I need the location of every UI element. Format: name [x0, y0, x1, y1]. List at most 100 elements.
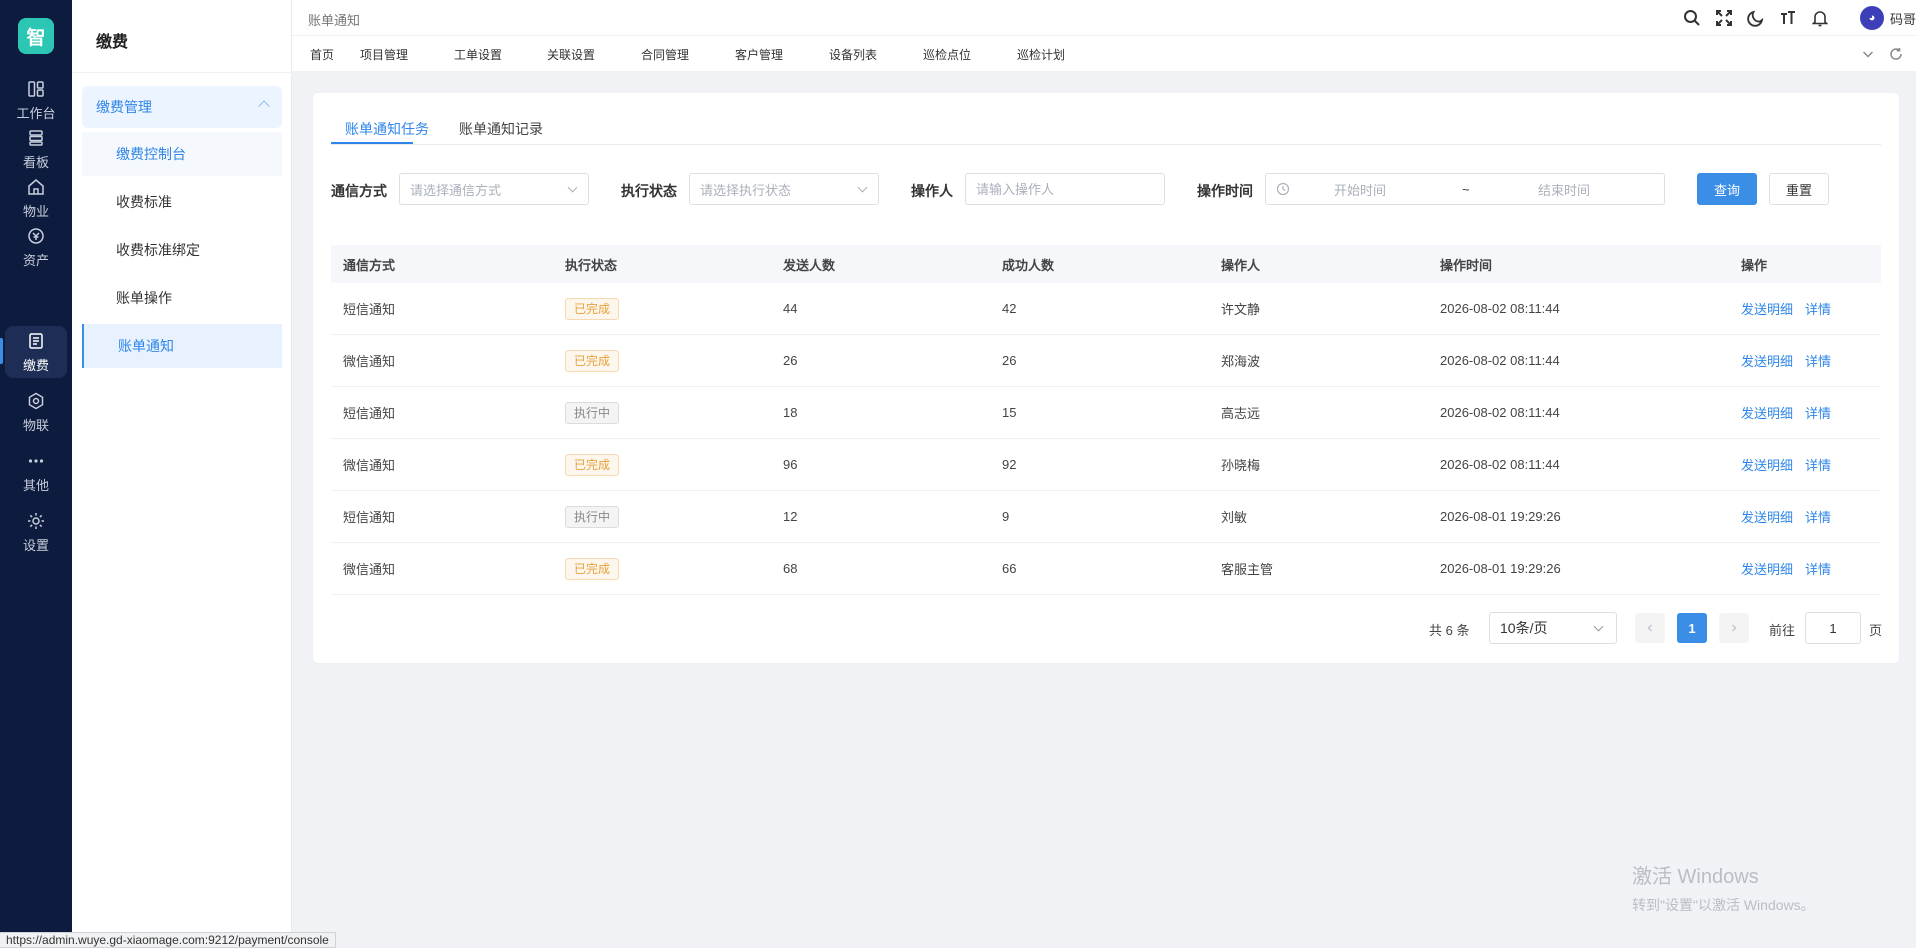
fullscreen-icon[interactable] — [1714, 8, 1734, 28]
submenu-group-payment-management[interactable]: 缴费管理 — [82, 86, 282, 128]
detail-link[interactable]: 详情 — [1805, 562, 1831, 577]
left-rail: 智 工作台 看板 物业 资产 缴费 物联 其他 设置 — [0, 0, 72, 948]
detail-link[interactable]: 详情 — [1805, 406, 1831, 421]
submenu-item-bill-operation[interactable]: 账单操作 — [82, 276, 282, 320]
nav-tab-home[interactable]: 首页 — [310, 46, 334, 63]
sent-count-cell: 96 — [783, 457, 798, 472]
status-cell: 已完成 — [553, 349, 771, 372]
rail-item-workbench[interactable]: 工作台 — [0, 72, 72, 128]
chevron-down-icon — [567, 182, 578, 193]
status-badge: 已完成 — [565, 349, 620, 372]
send-detail-link[interactable]: 发送明细 — [1741, 458, 1793, 473]
time-cell: 2026-08-02 08:11:44 — [1440, 405, 1560, 420]
page-number-current[interactable]: 1 — [1677, 613, 1707, 643]
top-bar: 账单通知 ◕ 码哥 — [292, 0, 1916, 36]
table-row: 短信通知 执行中 12 9 刘敏 2026-08-01 19:29:26 发送明细 详情 — [331, 491, 1881, 543]
status-select[interactable]: 请选择执行状态 — [689, 173, 879, 205]
submenu-item-charge-standard[interactable]: 收费标准 — [82, 180, 282, 224]
windows-activation-watermark: 激活 Windows 转到"设置"以激活 Windows。 — [1632, 860, 1815, 915]
rail-item-board[interactable]: 看板 — [0, 121, 72, 177]
success-count-cell: 15 — [1002, 405, 1017, 420]
nav-tab-project[interactable]: 项目管理 — [360, 46, 408, 63]
operator-input[interactable] — [965, 173, 1165, 205]
notice-task-table: 通信方式 执行状态 发送人数 成功人数 操作人 操作时间 操作 短信通知 已完成 4… — [331, 245, 1881, 595]
send-detail-link[interactable]: 发送明细 — [1741, 354, 1793, 369]
submenu-item-bill-notice[interactable]: 账单通知 — [82, 324, 282, 368]
rail-label: 缴费 — [22, 357, 49, 373]
detail-link[interactable]: 详情 — [1805, 354, 1831, 369]
detail-link[interactable]: 详情 — [1805, 458, 1831, 473]
chevron-down-icon[interactable] — [1860, 46, 1876, 62]
detail-link[interactable]: 详情 — [1805, 510, 1831, 525]
nav-tab-devices[interactable]: 设备列表 — [829, 46, 877, 63]
nav-tab-contract[interactable]: 合同管理 — [641, 46, 689, 63]
channel-cell: 短信通知 — [343, 302, 396, 317]
status-cell: 已完成 — [553, 297, 771, 320]
tab-notice-record[interactable]: 账单通知记录 — [459, 119, 543, 139]
app-logo[interactable]: 智 — [18, 18, 54, 54]
rail-item-asset[interactable]: 资产 — [0, 219, 72, 275]
rail-item-payment[interactable]: 缴费 — [0, 324, 72, 380]
time-range-picker[interactable]: 开始时间 ~ 结束时间 — [1265, 173, 1665, 205]
submenu-title: 缴费 — [96, 34, 129, 51]
filter-label-time: 操作时间 — [1197, 183, 1253, 199]
operator-cell: 许文静 — [1221, 302, 1261, 317]
send-detail-link[interactable]: 发送明细 — [1741, 406, 1793, 421]
user-menu[interactable]: ◕ 码哥 — [1859, 6, 1916, 30]
prev-page-button[interactable] — [1635, 613, 1665, 643]
board-icon — [29, 129, 43, 146]
search-icon[interactable] — [1682, 8, 1702, 28]
nav-tab-workorder[interactable]: 工单设置 — [454, 46, 502, 63]
divider — [72, 72, 292, 73]
time-cell: 2026-08-02 08:11:44 — [1440, 301, 1560, 316]
operator-cell: 高志远 — [1221, 406, 1261, 421]
end-time-placeholder[interactable]: 结束时间 — [1538, 180, 1590, 199]
gear-icon — [28, 512, 44, 529]
nav-tab-patrol-points[interactable]: 巡检点位 — [923, 46, 971, 63]
goto-page-input[interactable] — [1805, 612, 1861, 644]
submenu-item-label: 收费标准绑定 — [116, 242, 200, 258]
chevron-up-icon — [258, 100, 270, 112]
start-time-placeholder[interactable]: 开始时间 — [1334, 180, 1386, 199]
page-size-select[interactable]: 10条/页 — [1489, 612, 1617, 644]
channel-select[interactable]: 请选择通信方式 — [399, 173, 589, 205]
moon-icon[interactable] — [1746, 8, 1766, 28]
rail-label: 工作台 — [16, 105, 56, 121]
submenu-item-label: 缴费控制台 — [116, 146, 186, 162]
refresh-icon[interactable] — [1888, 46, 1904, 62]
rail-label: 看板 — [22, 154, 49, 170]
send-detail-link[interactable]: 发送明细 — [1741, 302, 1793, 317]
nav-tab-patrol-plan[interactable]: 巡检计划 — [1017, 46, 1065, 63]
rail-item-other[interactable]: 其他 — [0, 444, 72, 500]
next-page-button[interactable] — [1719, 613, 1749, 643]
dashboard-icon — [28, 80, 44, 97]
column-header: 发送人数 — [783, 257, 836, 273]
actions-cell: 发送明细 详情 — [1729, 559, 1881, 578]
submenu-item-standard-binding[interactable]: 收费标准绑定 — [82, 228, 282, 272]
rail-item-iot[interactable]: 物联 — [0, 384, 72, 440]
table-body: 短信通知 已完成 44 42 许文静 2026-08-02 08:11:44 发送明细 详情微… — [331, 283, 1881, 595]
reset-button[interactable]: 重置 — [1769, 173, 1829, 205]
status-cell: 执行中 — [553, 401, 771, 424]
sent-count-cell: 26 — [783, 353, 798, 368]
table-header: 通信方式 执行状态 发送人数 成功人数 操作人 操作时间 操作 — [331, 245, 1881, 283]
detail-link[interactable]: 详情 — [1805, 302, 1831, 317]
bell-icon[interactable] — [1810, 8, 1830, 28]
tab-notice-task[interactable]: 账单通知任务 — [345, 119, 429, 139]
submenu-item-console[interactable]: 缴费控制台 — [82, 132, 282, 176]
nav-tab-relation[interactable]: 关联设置 — [547, 46, 595, 63]
rail-item-settings[interactable]: 设置 — [0, 504, 72, 560]
table-row: 微信通知 已完成 68 66 客服主管 2026-08-01 19:29:26 发送明细 详情 — [331, 543, 1881, 595]
channel-select-placeholder: 请选择通信方式 — [410, 182, 502, 198]
bill-icon — [29, 332, 43, 349]
send-detail-link[interactable]: 发送明细 — [1741, 510, 1793, 525]
send-detail-link[interactable]: 发送明细 — [1741, 562, 1793, 577]
nav-tab-customer[interactable]: 客户管理 — [735, 46, 783, 63]
submenu-group-label: 缴费管理 — [96, 99, 152, 115]
rail-item-property[interactable]: 物业 — [0, 170, 72, 226]
table-row: 微信通知 已完成 96 92 孙晓梅 2026-08-02 08:11:44 发送明细 详情 — [331, 439, 1881, 491]
watermark-line1: 激活 Windows — [1632, 866, 1759, 888]
success-count-cell: 66 — [1002, 561, 1017, 576]
query-button[interactable]: 查询 — [1697, 173, 1757, 205]
font-size-icon[interactable] — [1778, 8, 1798, 28]
